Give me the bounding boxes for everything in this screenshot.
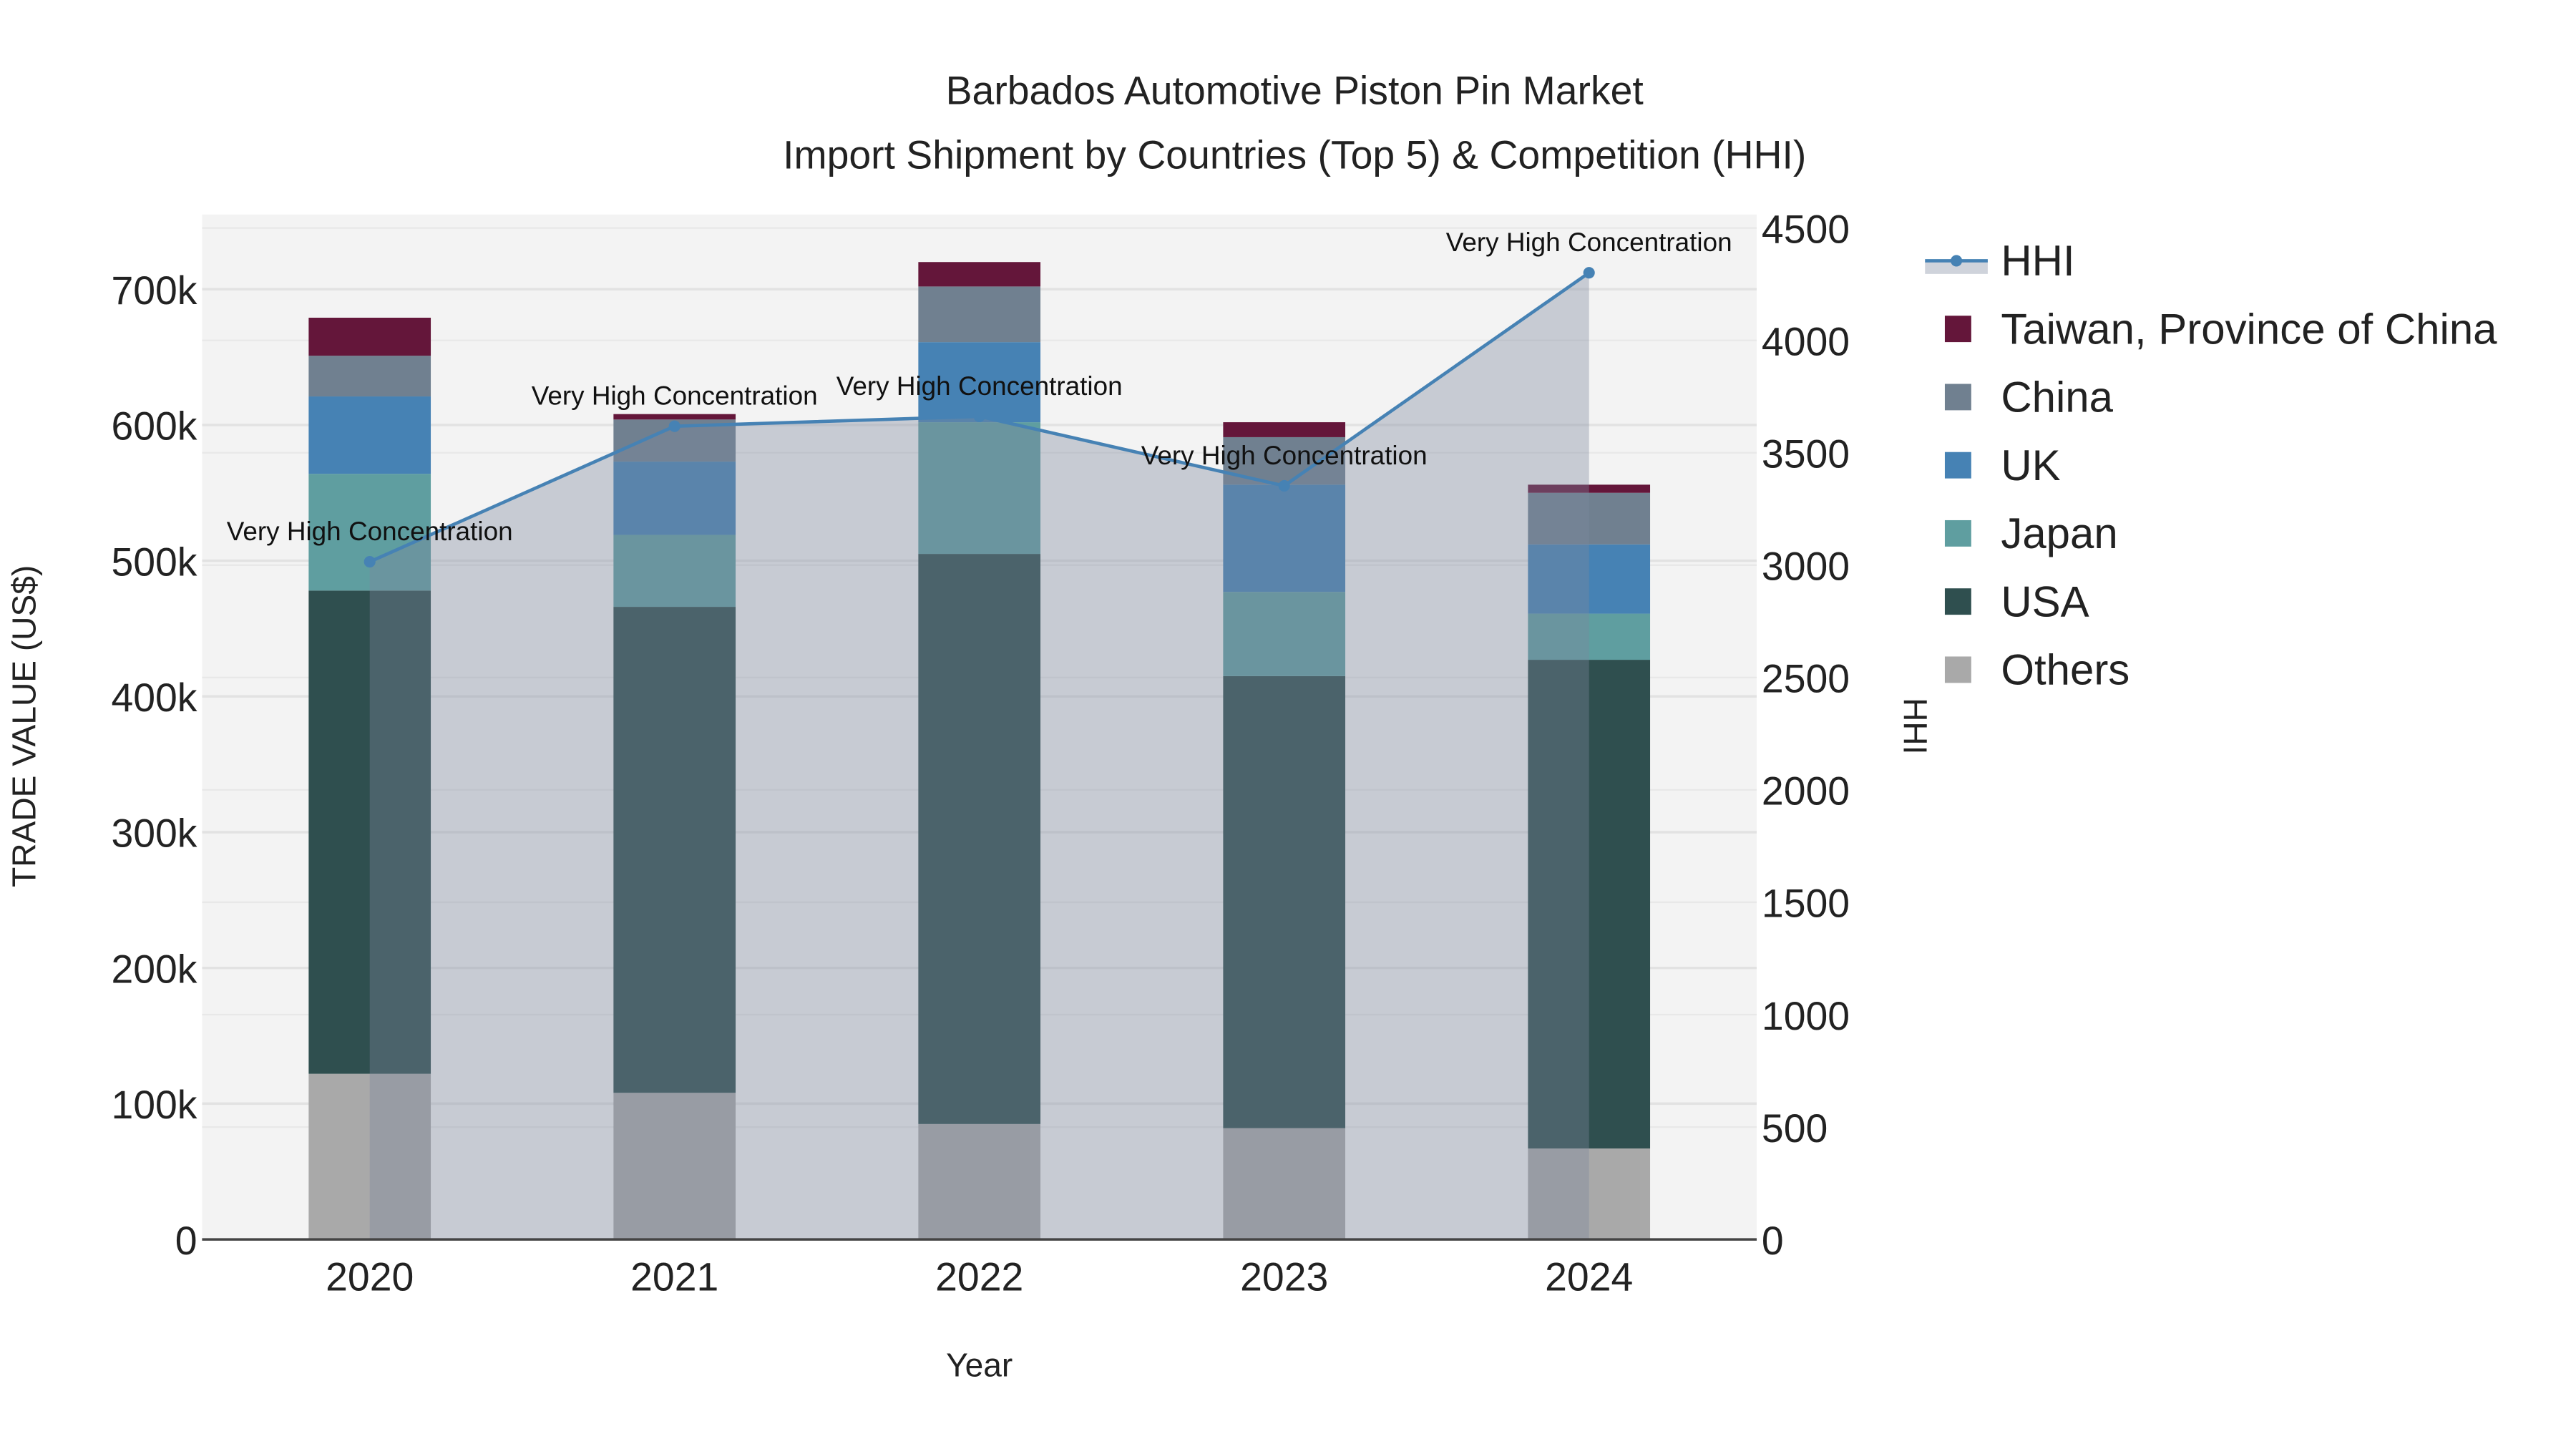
hhi-annotation: Very High Concentration — [227, 517, 513, 546]
legend-item-others[interactable]: Others — [1944, 646, 2129, 694]
y-tick-label: 200k — [111, 947, 197, 991]
x-axis-label: Year — [946, 1347, 1013, 1384]
y2-tick-label: 500 — [1762, 1106, 1828, 1151]
y-tick-label: 500k — [111, 540, 197, 584]
y2-tick-label: 4000 — [1762, 319, 1850, 364]
y-axis-label: TRADE VALUE (US$) — [5, 565, 42, 887]
legend-swatch-marker — [1951, 255, 1963, 267]
legend-swatch — [1944, 452, 1971, 479]
y2-tick-label: 4500 — [1762, 207, 1850, 251]
legend-item-japan[interactable]: Japan — [1944, 509, 2118, 557]
hhi-point-2021 — [668, 420, 680, 432]
legend-swatch — [1944, 384, 1971, 411]
y-tick-label: 600k — [111, 404, 197, 449]
legend-item-usa[interactable]: USA — [1944, 577, 2089, 625]
y2-tick-label: 2000 — [1762, 769, 1850, 814]
x-tick-label: 2020 — [326, 1255, 414, 1299]
hhi-annotation: Very High Concentration — [1141, 441, 1428, 470]
x-tick-label: 2023 — [1240, 1255, 1328, 1299]
y-tick-label: 100k — [111, 1083, 197, 1127]
y-tick-label: 300k — [111, 811, 197, 856]
legend-swatch — [1944, 656, 1971, 683]
y2-axis-label: HHI — [1896, 698, 1933, 754]
legend-label: Japan — [2001, 509, 2117, 557]
hhi-annotation: Very High Concentration — [1446, 228, 1732, 257]
legend-item-china[interactable]: China — [1944, 374, 2114, 421]
legend-label: HHI — [2001, 237, 2074, 285]
y-tick-label: 400k — [111, 675, 197, 720]
legend-swatch — [1944, 316, 1971, 343]
chart: Barbados Automotive Piston Pin Market Im… — [5, 68, 2497, 1384]
bar-china-2020 — [308, 356, 431, 397]
y2-tick-label: 3000 — [1762, 545, 1850, 589]
y2-tick-label: 1000 — [1762, 994, 1850, 1038]
legend-label: Others — [2001, 646, 2129, 694]
bar-taiwan-province-of-china-2022 — [918, 262, 1041, 287]
bar-taiwan-province-of-china-2023 — [1223, 422, 1346, 437]
legend-label: UK — [2001, 441, 2060, 489]
x-tick-label: 2021 — [630, 1255, 718, 1299]
legend-label: Taiwan, Province of China — [2001, 305, 2497, 353]
bar-china-2022 — [918, 286, 1041, 343]
hhi-point-2020 — [364, 556, 376, 568]
y-tick-label: 700k — [111, 268, 197, 313]
legend-swatch — [1944, 588, 1971, 615]
legend-swatch — [1944, 519, 1971, 547]
bar-uk-2020 — [308, 396, 431, 474]
legend-label: China — [2001, 374, 2113, 421]
hhi-annotation: Very High Concentration — [532, 381, 818, 411]
chart-title: Barbados Automotive Piston Pin Market — [946, 68, 1644, 112]
legend-item-hhi[interactable]: HHI — [1925, 237, 2075, 285]
hhi-point-2024 — [1583, 267, 1595, 279]
x-tick-label: 2024 — [1545, 1255, 1633, 1299]
y-tick-label: 0 — [175, 1219, 197, 1263]
x-tick-label: 2022 — [935, 1255, 1023, 1299]
hhi-point-2022 — [973, 410, 985, 422]
bar-taiwan-province-of-china-2020 — [308, 318, 431, 356]
legend-label: USA — [2001, 577, 2089, 625]
y2-tick-label: 3500 — [1762, 432, 1850, 477]
bar-taiwan-province-of-china-2021 — [613, 414, 736, 420]
hhi-point-2023 — [1278, 479, 1290, 492]
chart-subtitle: Import Shipment by Countries (Top 5) & C… — [783, 132, 1806, 177]
hhi-annotation: Very High Concentration — [836, 371, 1123, 401]
y2-tick-label: 2500 — [1762, 657, 1850, 701]
legend-item-uk[interactable]: UK — [1944, 441, 2061, 489]
y2-tick-label: 1500 — [1762, 882, 1850, 926]
y2-tick-label: 0 — [1762, 1219, 1784, 1263]
legend-item-taiwan-province-of-china[interactable]: Taiwan, Province of China — [1944, 305, 2497, 353]
